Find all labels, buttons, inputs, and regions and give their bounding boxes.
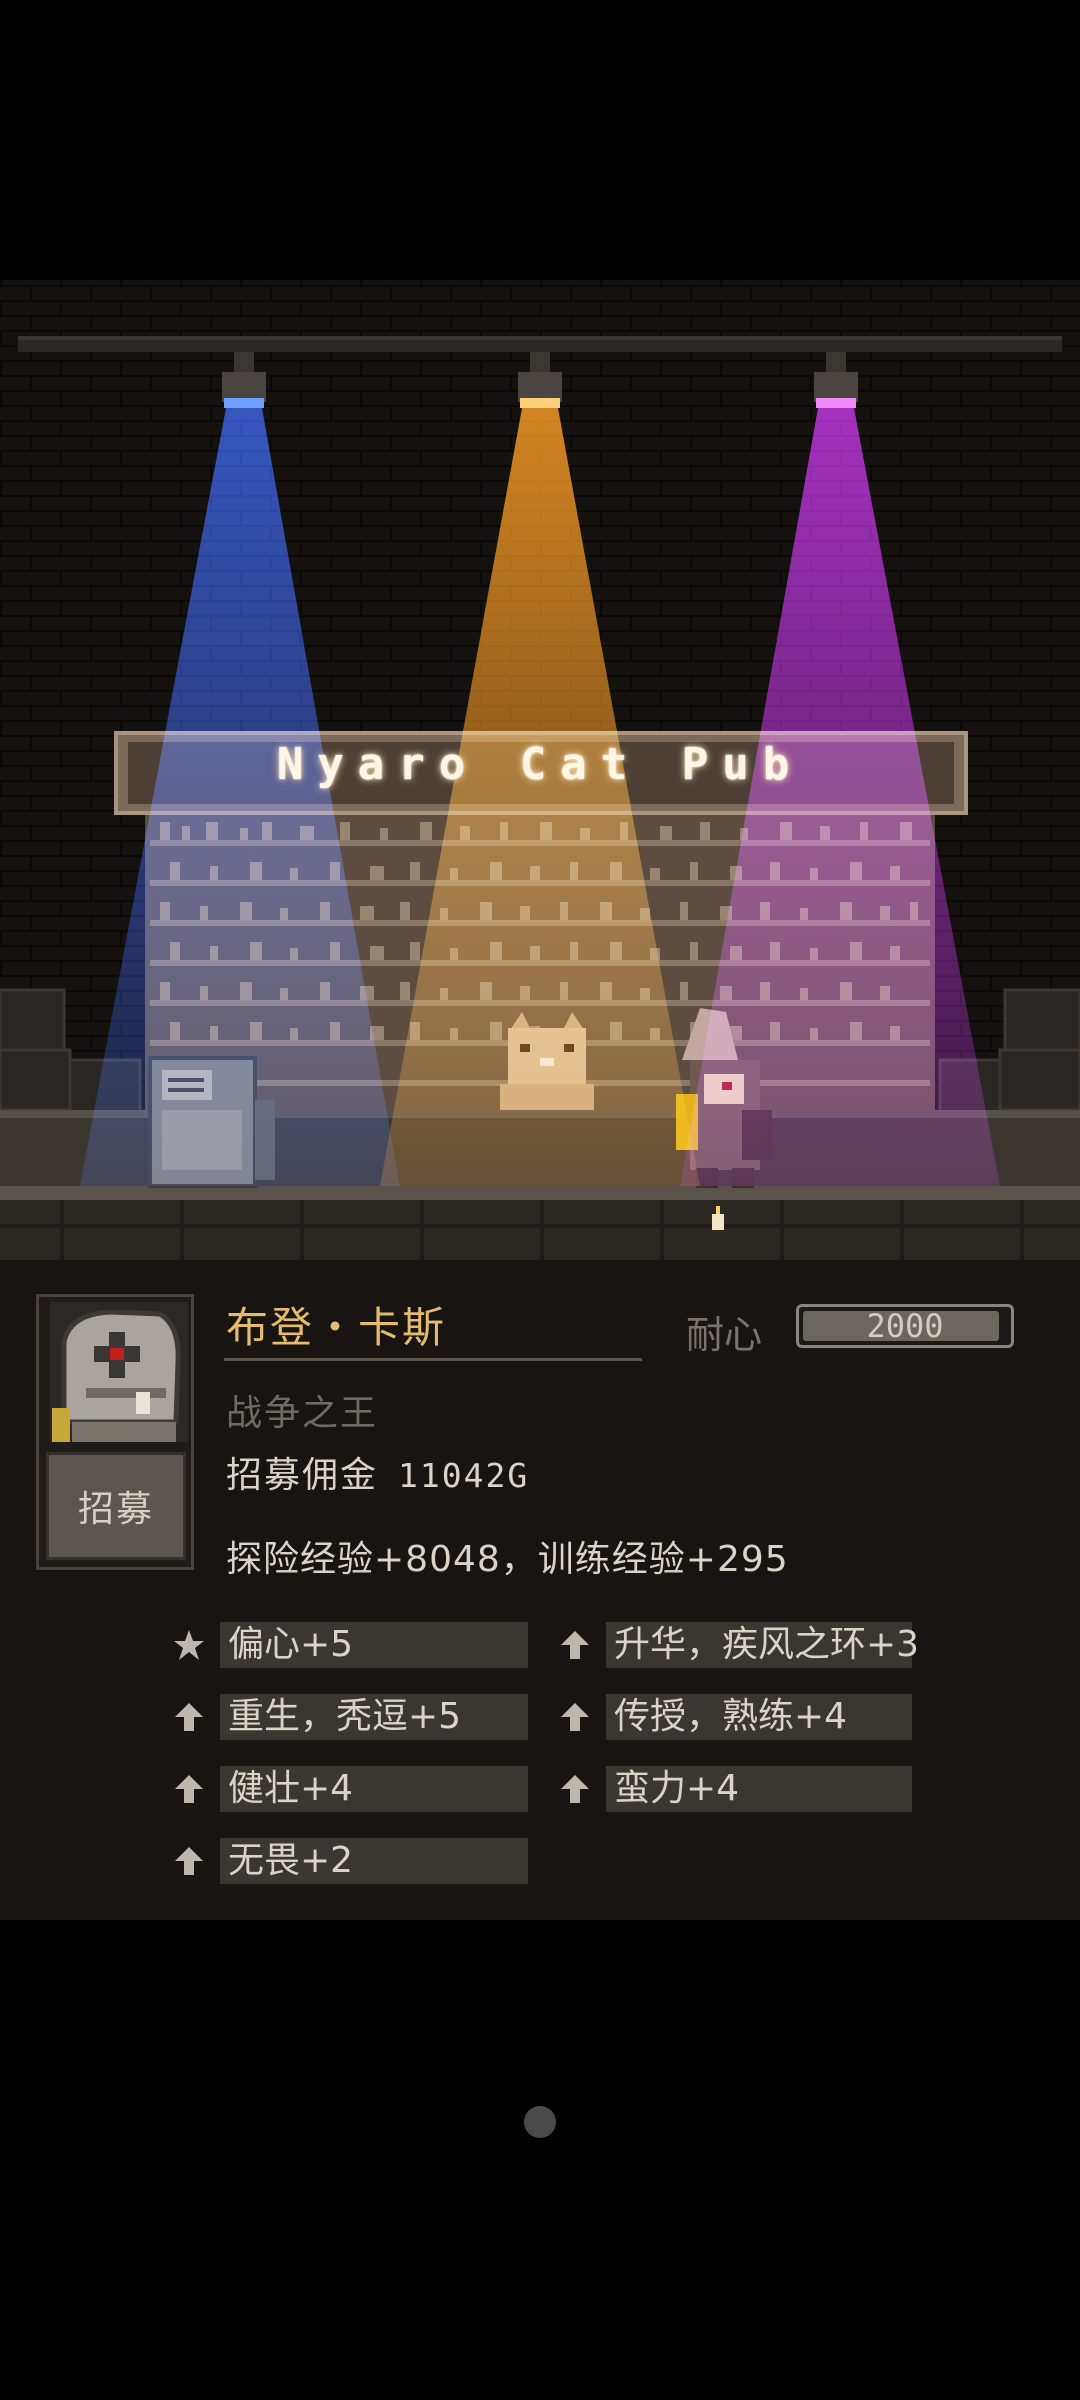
trait-item: 蛮力+4 <box>606 1766 912 1812</box>
arrow-up-icon <box>561 1775 589 1803</box>
star-icon <box>174 1630 204 1660</box>
character-name: 布登・卡斯 <box>226 1303 447 1352</box>
recruit-fee-value: 11042G <box>398 1456 530 1495</box>
character-title: 战争之王 <box>226 1393 379 1434</box>
arrow-up-icon <box>561 1631 589 1659</box>
patience-label: 耐心 <box>686 1313 763 1357</box>
trait-item: 升华，疾风之环+3 <box>606 1622 919 1668</box>
patience-value: 2000 <box>866 1307 944 1345</box>
name-divider <box>224 1358 642 1361</box>
recruit-fee-label: 招募佣金 <box>226 1455 379 1496</box>
trait-item: 偏心+5 <box>220 1622 528 1668</box>
pub-sign-title: Nyaro Cat Pub <box>276 739 804 790</box>
home-indicator[interactable] <box>524 2106 556 2138</box>
character-portrait <box>50 1302 188 1442</box>
trait-item: 健壮+4 <box>220 1766 528 1812</box>
arrow-up-icon <box>175 1775 203 1803</box>
arrow-up-icon <box>561 1703 589 1731</box>
trait-item: 传授，熟练+4 <box>606 1694 912 1740</box>
trait-item: 重生，秃逗+5 <box>220 1694 528 1740</box>
patience-bar: 2000 <box>796 1304 1014 1348</box>
trait-item: 无畏+2 <box>220 1838 528 1884</box>
experience-text: 探险经验+8048，训练经验+295 <box>226 1539 789 1580</box>
recruit-button[interactable]: 招募 <box>46 1452 186 1560</box>
arrow-up-icon <box>175 1703 203 1731</box>
recruit-fee: 招募佣金 11042G <box>226 1446 529 1498</box>
arrow-up-icon <box>175 1847 203 1875</box>
